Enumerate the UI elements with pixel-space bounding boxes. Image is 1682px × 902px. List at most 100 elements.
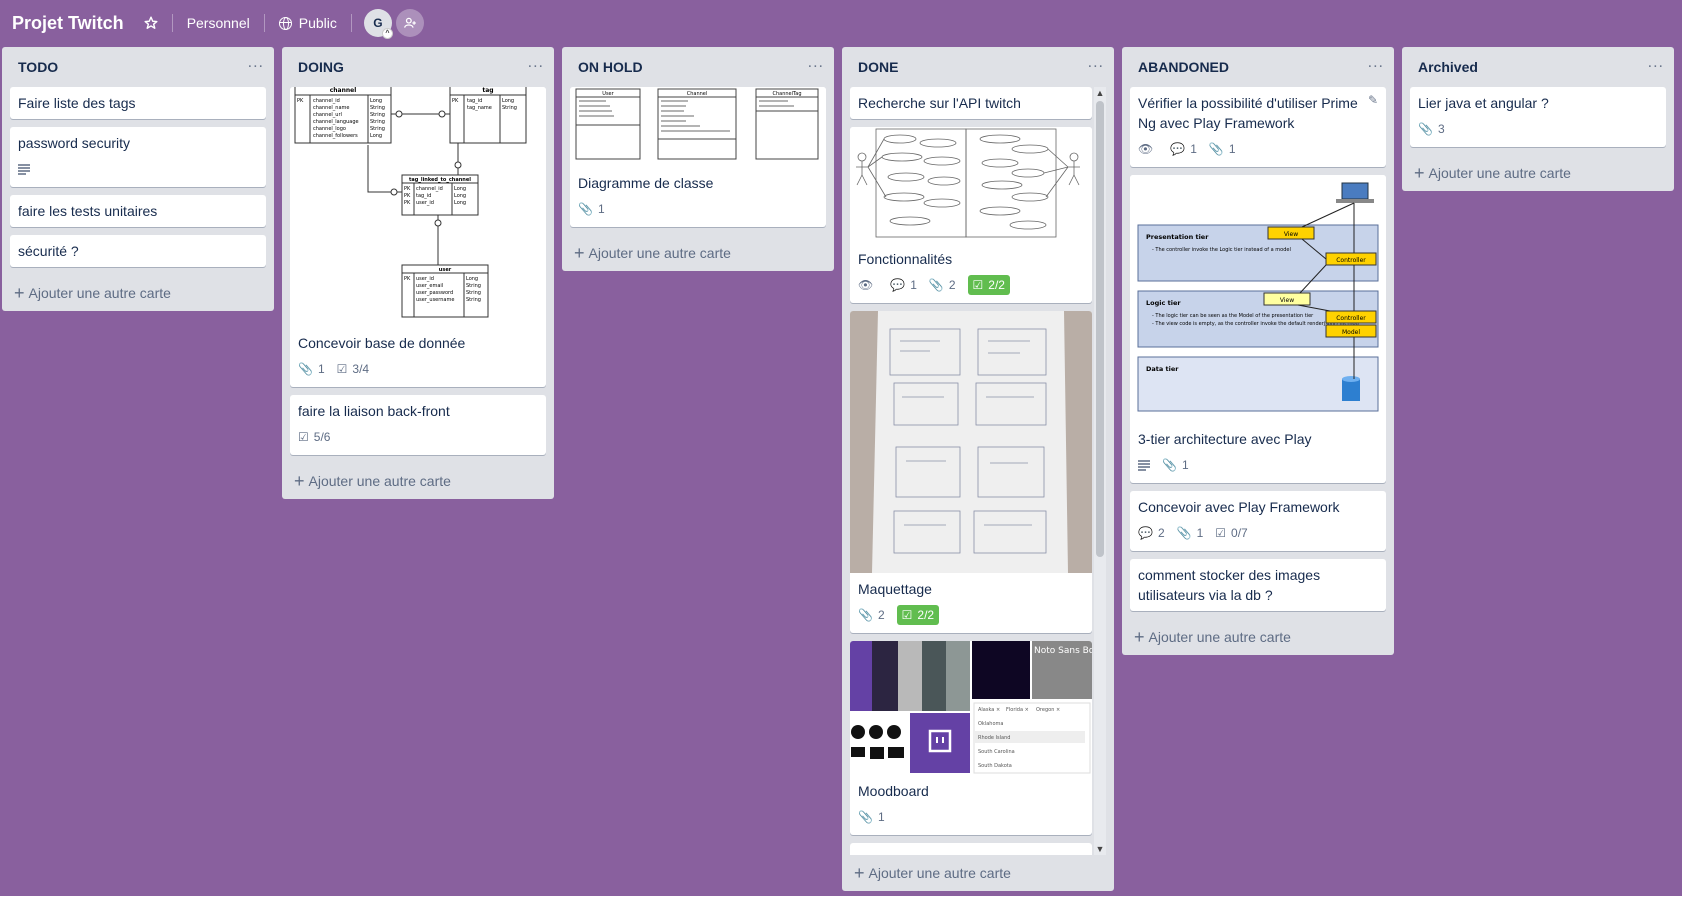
card[interactable]: comment stocker des images utilisateurs …: [1130, 559, 1386, 611]
card-partial[interactable]: [850, 843, 1092, 855]
svg-text:Controller: Controller: [1336, 257, 1366, 264]
description-icon: [1138, 455, 1150, 475]
card[interactable]: channel PK channel_id channel_name chann…: [290, 87, 546, 387]
add-card-button[interactable]: + Ajouter une autre carte: [842, 855, 1114, 891]
more-icon[interactable]: ...: [248, 55, 264, 76]
list-title[interactable]: TODO: [18, 59, 58, 75]
plus-icon: +: [854, 862, 865, 883]
card[interactable]: Maquettage 📎 2 ☑ 2/2: [850, 311, 1092, 633]
checkbox-icon: ☑: [298, 430, 309, 444]
paperclip-icon: 📎: [298, 362, 313, 376]
list-doing: DOING ... channel PK channel_id channel_…: [282, 47, 554, 499]
svg-text:channel_id: channel_id: [313, 98, 340, 104]
add-card-button[interactable]: + Ajouter une autre carte: [282, 463, 554, 499]
svg-text:String: String: [502, 105, 517, 111]
svg-text:Oklahoma: Oklahoma: [978, 721, 1003, 727]
list-header: TODO ...: [2, 47, 274, 87]
list-header: Archived ...: [1402, 47, 1674, 87]
card-title: Concevoir avec Play Framework: [1138, 499, 1340, 515]
svg-text:Rhode Island: Rhode Island: [978, 735, 1010, 741]
card[interactable]: Fonctionnalités 👁 💬 1 📎 2 ☑ 2/2: [850, 127, 1092, 303]
checklist-badge: ☑ 5/6: [298, 430, 331, 444]
add-card-button[interactable]: + Ajouter une autre carte: [1122, 619, 1394, 655]
card-title: Faire liste des tags: [18, 95, 136, 111]
more-icon[interactable]: ...: [808, 55, 824, 76]
more-icon[interactable]: ...: [1648, 55, 1664, 76]
card[interactable]: Faire liste des tags: [10, 87, 266, 119]
card[interactable]: ✎ Vérifier la possibilité d'utiliser Pri…: [1130, 87, 1386, 167]
svg-text:Long: Long: [370, 133, 382, 139]
scrollbar-thumb[interactable]: [1096, 101, 1104, 557]
svg-text:String: String: [466, 283, 481, 289]
svg-text:user: user: [439, 267, 452, 273]
card[interactable]: faire les tests unitaires: [10, 195, 266, 227]
header-divider: [263, 14, 265, 32]
card[interactable]: User Channel ChannelTag Diagramme de cla…: [570, 87, 826, 227]
add-card-button[interactable]: + Ajouter une autre carte: [1402, 155, 1674, 191]
list-header: ON HOLD ...: [562, 47, 834, 87]
board-header: Projet Twitch Personnel Public G ^: [0, 0, 1682, 46]
paperclip-icon: 📎: [1418, 122, 1433, 136]
more-icon[interactable]: ...: [528, 55, 544, 76]
card-title: Fonctionnalités: [858, 251, 953, 267]
svg-text:Controller: Controller: [1336, 315, 1366, 322]
svg-text:Noto Sans Bo: Noto Sans Bo: [1034, 646, 1092, 656]
svg-text:tag_id: tag_id: [467, 98, 482, 104]
svg-text:Channel: Channel: [687, 91, 708, 97]
card-title: 3-tier architecture avec Play: [1138, 431, 1312, 447]
card-cover-db-schema: channel PK channel_id channel_name chann…: [290, 87, 546, 327]
svg-text:View: View: [1284, 231, 1298, 238]
header-divider: [171, 14, 173, 32]
plus-icon: +: [1134, 626, 1145, 647]
card[interactable]: password security: [10, 127, 266, 187]
svg-text:user_id: user_id: [416, 276, 434, 282]
card[interactable]: Recherche sur l'API twitch: [850, 87, 1092, 119]
card[interactable]: Concevoir avec Play Framework 💬 2 📎 1 ☑ 0/7: [1130, 491, 1386, 551]
scroll-down-icon[interactable]: ▼: [1094, 843, 1106, 855]
more-icon[interactable]: ...: [1088, 55, 1104, 76]
card[interactable]: faire la liaison back-front ☑ 5/6: [290, 395, 546, 455]
board-title[interactable]: Projet Twitch: [12, 13, 124, 34]
card[interactable]: Lier java et angular ? 📎 3: [1410, 87, 1666, 147]
checkbox-icon: ☑: [1215, 526, 1227, 540]
svg-text:South Carolina: South Carolina: [978, 749, 1015, 755]
svg-text:tag: tag: [482, 87, 493, 94]
svg-text:- The logic tier can be seen a: - The logic tier can be seen as the Mode…: [1152, 313, 1314, 319]
comment-icon: 💬: [1138, 526, 1153, 540]
list-title[interactable]: DOING: [298, 59, 344, 75]
svg-text:Oregon ×: Oregon ×: [1036, 707, 1060, 713]
svg-text:user_username: user_username: [416, 297, 454, 303]
visibility-button[interactable]: Public: [273, 8, 343, 38]
attachment-badge: 📎 1: [858, 810, 885, 824]
card-title: Diagramme de classe: [578, 175, 714, 191]
svg-text:Logic tier: Logic tier: [1146, 299, 1181, 307]
svg-text:channel_logo: channel_logo: [313, 126, 346, 132]
pencil-icon[interactable]: ✎: [1368, 93, 1378, 107]
comment-icon: 💬: [1170, 142, 1186, 156]
card-cover-class-diagram: User Channel ChannelTag: [570, 87, 826, 167]
list-title[interactable]: DONE: [858, 59, 898, 75]
list-title[interactable]: Archived: [1418, 59, 1478, 75]
card[interactable]: sécurité ?: [10, 235, 266, 267]
star-icon[interactable]: [138, 8, 164, 38]
team-button[interactable]: Personnel: [181, 8, 256, 38]
card[interactable]: Noto Sans Bo Alaska × Florida × Oregon ×…: [850, 641, 1092, 835]
invite-member-button[interactable]: [395, 9, 424, 37]
scroll-up-icon[interactable]: ▲: [1094, 87, 1106, 99]
svg-text:Long: Long: [466, 276, 478, 282]
avatar[interactable]: G ^: [363, 9, 393, 39]
add-card-button[interactable]: + Ajouter une autre carte: [2, 275, 274, 311]
svg-text:user_id: user_id: [416, 200, 434, 206]
list-title[interactable]: ABANDONED: [1138, 59, 1229, 75]
checklist-badge: ☑ 3/4: [336, 362, 370, 376]
paperclip-icon: 📎: [1176, 526, 1192, 540]
scrollbar[interactable]: ▲ ▼: [1094, 87, 1106, 855]
watch-icon: 👁: [1138, 142, 1154, 156]
comments-badge: 💬 2: [1138, 526, 1165, 540]
svg-text:tag_linked_to_channel: tag_linked_to_channel: [409, 177, 471, 183]
card[interactable]: Presentation tier - The controller invok…: [1130, 175, 1386, 483]
list-title[interactable]: ON HOLD: [578, 59, 643, 75]
more-icon[interactable]: ...: [1368, 55, 1384, 76]
add-card-button[interactable]: + Ajouter une autre carte: [562, 235, 834, 271]
globe-icon: [278, 16, 292, 30]
